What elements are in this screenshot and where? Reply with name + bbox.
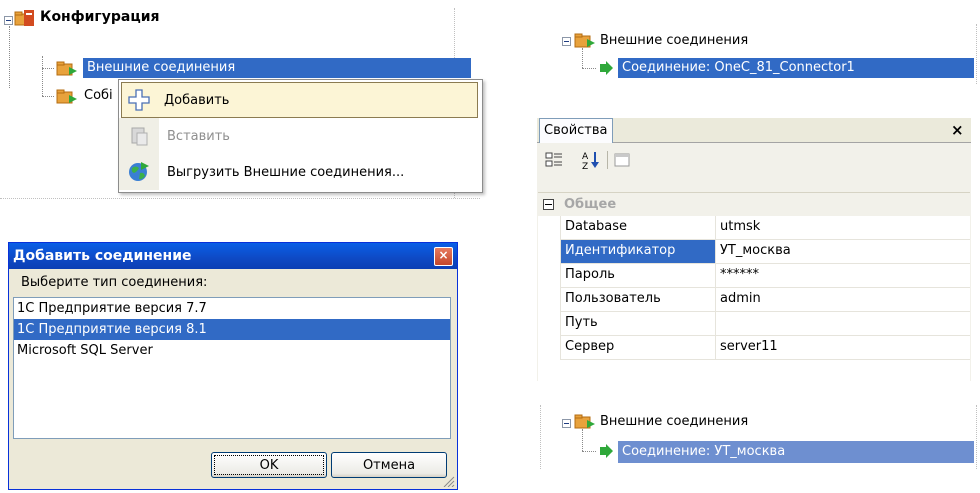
tree-item-label: Соединение: OneC_81_Connector1 — [622, 60, 855, 75]
tree-line — [42, 56, 43, 96]
menu-item-label: Выгрузить Внешние соединения... — [167, 164, 405, 180]
categorized-icon[interactable] — [545, 151, 563, 169]
dialog-prompt: Выберите тип соединения: — [21, 275, 208, 290]
property-key: Сервер — [561, 336, 716, 359]
connections-tree-renamed: Внешние соединения Соединение: УТ_москва — [540, 405, 980, 475]
arrow-right-icon — [600, 61, 613, 75]
config-tree: Конфигурация Внешние соединения Собі Доб… — [0, 0, 483, 205]
arrow-right-icon — [600, 444, 613, 458]
property-key-selected: Идентификатор — [561, 240, 716, 263]
tree-line — [42, 96, 54, 97]
property-grid: Общее Database utmsk Идентификатор УТ_моск… — [538, 192, 970, 383]
paste-icon — [119, 118, 159, 154]
svg-text:A: A — [582, 152, 589, 162]
tree-line — [582, 451, 596, 452]
property-value[interactable]: УТ_москва — [716, 240, 791, 263]
globe-export-icon — [119, 154, 159, 190]
property-row[interactable]: Сервер server11 — [561, 336, 970, 360]
connection-type-list[interactable]: 1C Предприятие версия 7.7 1C Предприятие… — [13, 297, 451, 439]
property-row[interactable]: Путь — [561, 312, 970, 336]
property-key: Database — [561, 216, 716, 239]
tree-root-label[interactable]: Конфигурация — [40, 9, 160, 25]
property-key: Пароль — [561, 264, 716, 287]
group-label: Общее — [564, 197, 617, 212]
property-pages-icon[interactable] — [613, 152, 631, 168]
property-value[interactable]: server11 — [716, 336, 778, 359]
context-menu: Добавить Вставить Выгрузить Внешние соед… — [118, 79, 483, 193]
panel-divider — [976, 24, 977, 84]
menu-item-export[interactable]: Выгрузить Внешние соединения... — [119, 154, 482, 190]
property-value[interactable] — [716, 312, 720, 335]
tree-line — [582, 429, 583, 451]
add-icon — [122, 83, 156, 117]
property-row[interactable]: Database utmsk — [561, 216, 970, 240]
panel-divider — [540, 405, 541, 469]
close-icon[interactable]: × — [951, 121, 964, 139]
tree-item-label: Внешние соединения — [87, 60, 236, 75]
toolbar-separator — [607, 151, 608, 169]
sort-alpha-icon[interactable]: A Z — [581, 149, 601, 171]
config-folder-icon — [14, 10, 34, 26]
property-row[interactable]: Идентификатор УТ_москва — [561, 240, 970, 264]
property-row[interactable]: Пароль ****** — [561, 264, 970, 288]
folder-arrow-icon — [56, 61, 77, 76]
collapse-toggle[interactable] — [4, 16, 13, 25]
svg-text:Z: Z — [582, 162, 588, 171]
tree-item-label[interactable]: Внешние соединения — [600, 33, 748, 48]
tree-item-label[interactable]: Внешние соединения — [600, 414, 748, 429]
collapse-toggle[interactable] — [562, 37, 571, 46]
folder-arrow-icon — [574, 414, 595, 429]
tree-item-connection[interactable]: Соединение: УТ_москва — [618, 441, 974, 463]
collapse-toggle[interactable] — [543, 199, 554, 210]
folder-arrow-icon — [56, 89, 77, 104]
tree-line — [9, 26, 10, 88]
property-rows: Database utmsk Идентификатор УТ_москва Пар… — [560, 216, 970, 360]
resize-grip-icon[interactable] — [441, 475, 455, 487]
tree-line — [582, 48, 583, 68]
property-value[interactable]: utmsk — [716, 216, 760, 239]
group-header[interactable]: Общее — [538, 193, 970, 216]
property-key: Путь — [561, 312, 716, 335]
dialog-title: Добавить соединение — [13, 248, 192, 264]
close-icon[interactable]: × — [434, 246, 453, 266]
collapse-toggle[interactable] — [562, 419, 571, 428]
dialog-titlebar: Добавить соединение × — [9, 243, 457, 269]
tree-item-connection[interactable]: Соединение: OneC_81_Connector1 — [618, 58, 974, 78]
tab-properties[interactable]: Свойства — [539, 118, 613, 143]
list-item[interactable]: 1C Предприятие версия 7.7 — [14, 298, 450, 319]
property-key: Пользователь — [561, 288, 716, 311]
panel-divider — [0, 198, 480, 199]
property-value[interactable]: admin — [716, 288, 761, 311]
menu-item-paste[interactable]: Вставить — [119, 118, 482, 154]
cancel-button[interactable]: Отмена — [331, 452, 447, 478]
tree-line — [42, 68, 54, 69]
panel-divider — [976, 405, 977, 469]
tree-item-label: Соединение: УТ_москва — [622, 444, 786, 459]
folder-arrow-icon — [574, 33, 595, 48]
property-value[interactable]: ****** — [716, 264, 759, 287]
ok-button[interactable]: OK — [211, 452, 327, 478]
properties-panel: Свойства × A Z Общее Database utmsk Идент… — [537, 111, 971, 383]
menu-item-label: Вставить — [167, 128, 230, 144]
menu-item-add[interactable]: Добавить — [121, 82, 478, 118]
property-row[interactable]: Пользователь admin — [561, 288, 970, 312]
tree-line — [582, 68, 596, 69]
connections-tree: Внешние соединения Соединение: OneC_81_C… — [538, 24, 980, 84]
tree-item-label[interactable]: Собі — [84, 88, 113, 103]
menu-item-label: Добавить — [164, 92, 230, 108]
add-connection-dialog: Добавить соединение × Выберите тип соеди… — [8, 242, 458, 490]
list-item[interactable]: Microsoft SQL Server — [14, 340, 450, 361]
list-item-selected[interactable]: 1C Предприятие версия 8.1 — [14, 319, 450, 340]
